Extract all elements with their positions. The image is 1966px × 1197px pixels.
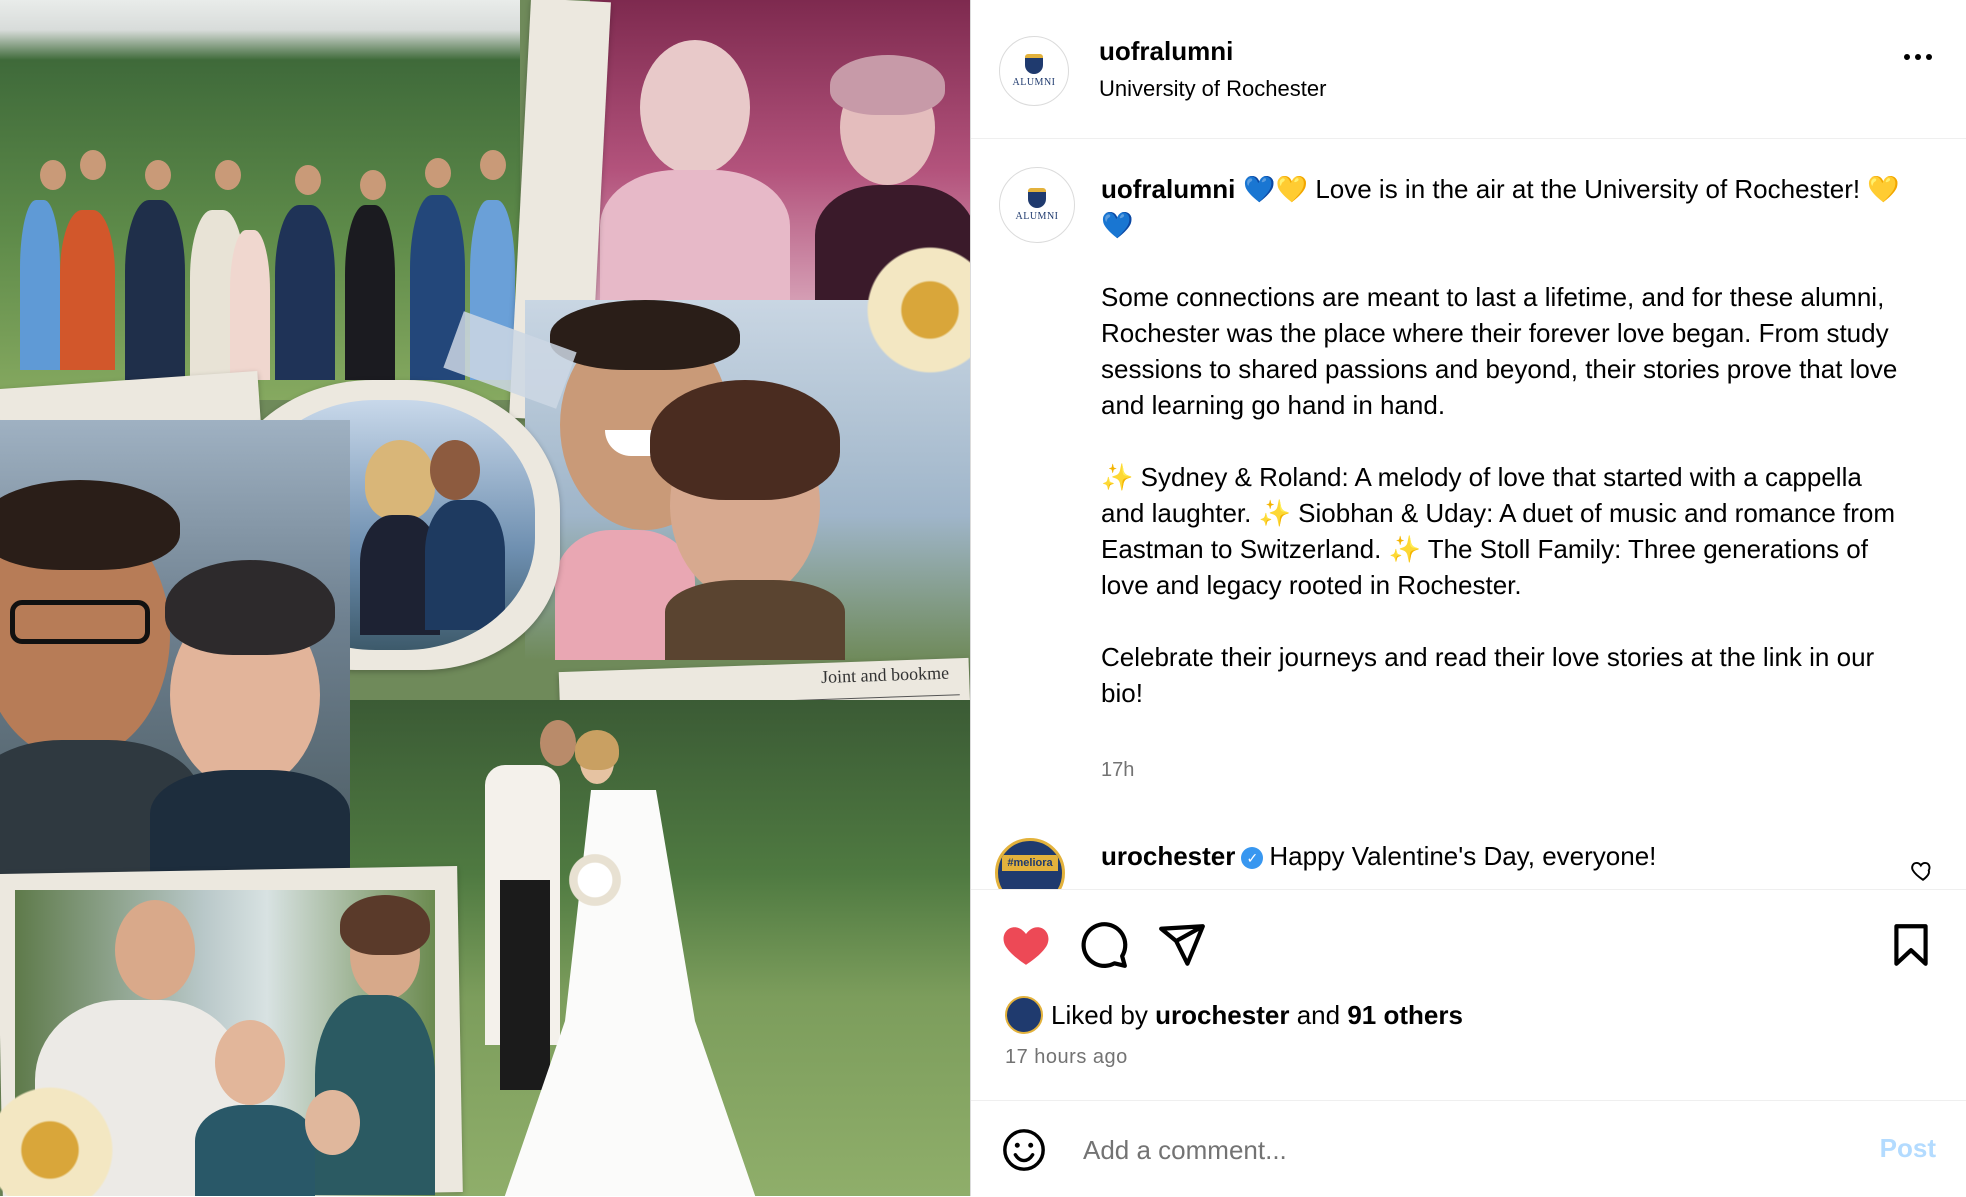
likes-middle: and bbox=[1296, 999, 1341, 1030]
caption-paragraph: Celebrate their journeys and read their … bbox=[1101, 642, 1875, 708]
post-header: ALUMNI uofralumni University of Rocheste… bbox=[971, 0, 1966, 139]
heart-icon[interactable] bbox=[1001, 920, 1051, 970]
post-caption: uofralumni 💙💛 Love is in the air at the U… bbox=[1101, 171, 1901, 747]
selfie-couple-photo bbox=[0, 420, 350, 880]
likes-summary[interactable]: Liked by urochester and 91 others bbox=[1005, 996, 1463, 1034]
family-photo bbox=[0, 0, 520, 400]
bookmark-icon[interactable] bbox=[1886, 920, 1936, 970]
comment-icon[interactable] bbox=[1079, 920, 1129, 970]
post-image[interactable]: Joint and bookme bbox=[0, 0, 970, 1196]
share-icon[interactable] bbox=[1157, 920, 1207, 970]
caption-avatar[interactable]: ALUMNI bbox=[999, 167, 1075, 243]
post-actions: Liked by urochester and 91 others 17 hou… bbox=[971, 889, 1966, 1100]
commenter-avatar[interactable]: #meliora bbox=[995, 838, 1065, 889]
glasses bbox=[10, 600, 150, 644]
likes-prefix: Liked by bbox=[1051, 999, 1148, 1030]
avatar-label: ALUMNI bbox=[1015, 211, 1059, 222]
comment-username[interactable]: urochester bbox=[1101, 841, 1235, 871]
liker-avatar bbox=[1005, 996, 1043, 1034]
post: Joint and bookme ALUMNI uofralumni Unive… bbox=[0, 0, 1966, 1196]
post-details-panel: ALUMNI uofralumni University of Rocheste… bbox=[970, 0, 1966, 1196]
comment: urochester ✓ Happy Valentine's Day, everyo… bbox=[1101, 841, 1656, 872]
author-username[interactable]: uofralumni bbox=[1099, 36, 1233, 67]
likes-others[interactable]: 91 others bbox=[1347, 1000, 1463, 1031]
comments-scroll-area[interactable]: ALUMNI uofralumni 💙💛 Love is in the air a… bbox=[971, 139, 1966, 889]
author-avatar[interactable]: ALUMNI bbox=[999, 36, 1069, 106]
caption-paragraph: Some connections are meant to last a lif… bbox=[1101, 282, 1898, 420]
comment-text: Happy Valentine's Day, everyone! bbox=[1269, 841, 1657, 871]
more-options-icon[interactable] bbox=[1904, 54, 1932, 60]
shield-icon bbox=[1028, 188, 1046, 208]
liker-username[interactable]: urochester bbox=[1155, 1000, 1289, 1031]
caption-paragraph: ✨ Sydney & Roland: A melody of love that… bbox=[1101, 462, 1896, 600]
comment-input[interactable] bbox=[1081, 1129, 1785, 1171]
post-comment-button[interactable]: Post bbox=[1880, 1133, 1936, 1164]
author-location[interactable]: University of Rochester bbox=[1099, 76, 1326, 102]
avatar-label: #meliora bbox=[1002, 855, 1058, 871]
sheet-music-text: Joint and bookme bbox=[820, 662, 950, 688]
shield-icon bbox=[1025, 54, 1043, 74]
add-comment-bar: Post bbox=[971, 1100, 1966, 1197]
verified-badge-icon: ✓ bbox=[1241, 847, 1264, 869]
like-comment-heart-icon[interactable] bbox=[1910, 857, 1936, 883]
caption-username[interactable]: uofralumni bbox=[1101, 174, 1235, 204]
emoji-icon[interactable] bbox=[1001, 1127, 1047, 1173]
avatar-label: ALUMNI bbox=[1012, 77, 1056, 88]
post-time[interactable]: 17 hours ago bbox=[1005, 1046, 1128, 1069]
caption-timestamp[interactable]: 17h bbox=[1101, 759, 1134, 782]
